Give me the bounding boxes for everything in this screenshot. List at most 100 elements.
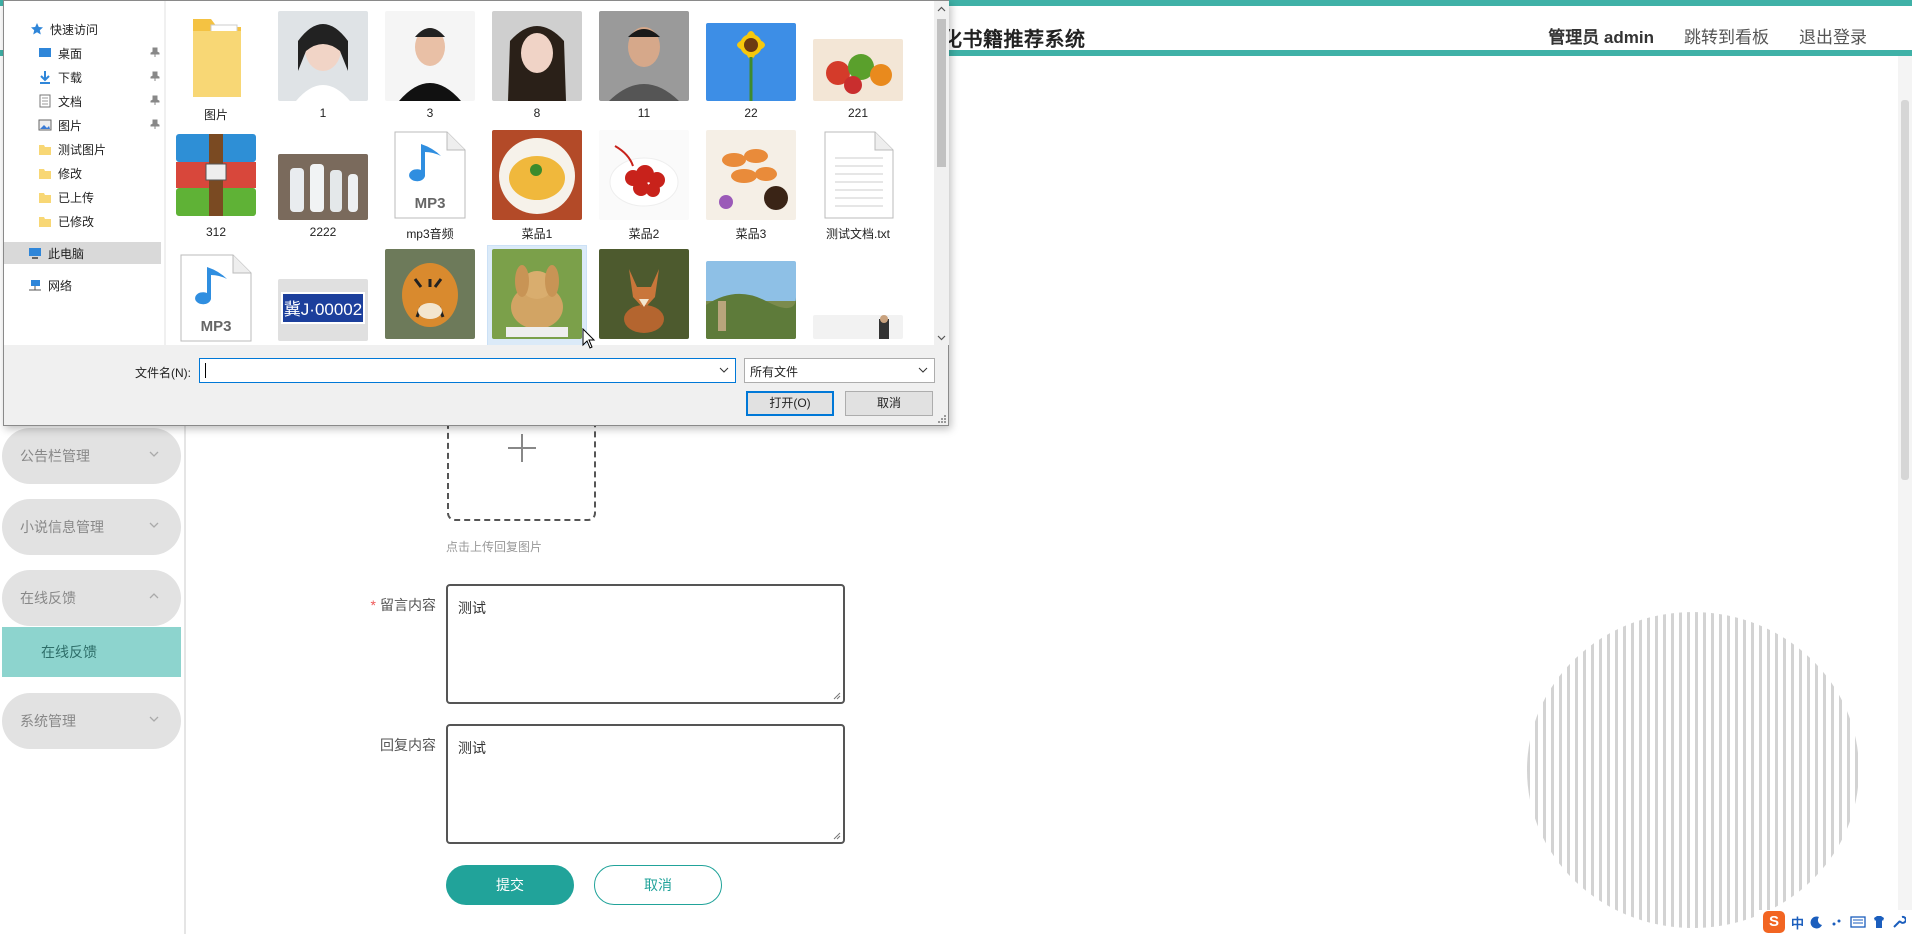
- desktop-icon: [39, 48, 51, 57]
- nav-folder-test-images[interactable]: 测试图片: [38, 138, 106, 160]
- file-name: 菜品1: [521, 227, 553, 241]
- nav-label: 文档: [58, 94, 83, 109]
- nav-label: 图片: [58, 118, 83, 133]
- sunflower-image: [706, 23, 796, 101]
- site-title: 化书籍推荐系统: [942, 29, 1086, 51]
- mp3-file-icon: MP3: [394, 131, 466, 219]
- cancel-button[interactable]: 取消: [594, 865, 722, 905]
- punctuation-icon[interactable]: [1830, 915, 1844, 929]
- stripe: [1815, 612, 1818, 928]
- dialog-vertical-scrollbar[interactable]: [934, 1, 949, 345]
- filetype-select[interactable]: 所有文件: [744, 358, 935, 383]
- nav-quick-access[interactable]: 快速访问: [30, 18, 98, 40]
- reply-label: 回复内容: [380, 737, 436, 753]
- license-plate-image: 冀J·00002: [278, 279, 368, 341]
- stripe: [1783, 612, 1786, 928]
- portrait-image: [278, 11, 368, 101]
- scrollbar-thumb[interactable]: [937, 19, 946, 167]
- nav-downloads[interactable]: 下载: [38, 66, 162, 88]
- sidebar-item-system[interactable]: 系统管理: [2, 693, 181, 749]
- landscape-image: [706, 261, 796, 339]
- portrait-image: [492, 11, 582, 101]
- folder-icon: [39, 169, 51, 179]
- page-scrollbar-thumb[interactable]: [1901, 100, 1909, 480]
- mp3-badge: MP3: [415, 195, 446, 212]
- keyboard-icon[interactable]: [1850, 915, 1866, 929]
- stripe: [1727, 612, 1730, 928]
- stripe: [1751, 612, 1754, 928]
- dashboard-link[interactable]: 跳转到看板: [1684, 23, 1769, 48]
- stripe: [1735, 612, 1738, 928]
- moon-icon[interactable]: [1810, 915, 1824, 929]
- filename-input[interactable]: [199, 358, 736, 383]
- plus-icon: [508, 434, 536, 462]
- resize-grip-icon[interactable]: [831, 690, 841, 700]
- stripe: [1759, 612, 1762, 928]
- sidebar-item-label: 公告栏管理: [20, 448, 90, 464]
- stripe: [1527, 612, 1530, 928]
- filetype-value: 所有文件: [750, 365, 799, 379]
- pin-icon: [150, 95, 160, 105]
- stripe: [1647, 612, 1650, 928]
- stripe: [1639, 612, 1642, 928]
- nav-folder-modify[interactable]: 修改: [38, 162, 82, 184]
- stripe: [1615, 612, 1618, 928]
- text-caret: [205, 363, 206, 378]
- reply-textarea[interactable]: 测试: [446, 724, 845, 844]
- nav-pictures[interactable]: 图片: [38, 114, 162, 136]
- stripe: [1791, 612, 1794, 928]
- sidebar-subitem-feedback[interactable]: 在线反馈: [2, 627, 181, 677]
- stripe: [1807, 612, 1810, 928]
- nav-label: 网络: [48, 278, 73, 293]
- document-icon: [39, 94, 51, 108]
- message-label-text: 留言内容: [380, 597, 436, 613]
- stripe: [1535, 612, 1538, 928]
- nav-folder-uploaded[interactable]: 已上传: [38, 186, 94, 208]
- chevron-down-icon: [149, 716, 159, 722]
- wrench-icon[interactable]: [1892, 915, 1906, 929]
- stripe: [1831, 612, 1834, 928]
- resize-grip-icon[interactable]: [831, 830, 841, 840]
- stripe: [1711, 612, 1714, 928]
- sogou-ime-icon[interactable]: S: [1762, 911, 1785, 933]
- sidebar-item-feedback[interactable]: 在线反馈: [2, 570, 181, 626]
- sidebar-item-notice[interactable]: 公告栏管理: [2, 428, 181, 484]
- nav-documents[interactable]: 文档: [38, 90, 162, 112]
- stripe: [1663, 612, 1666, 928]
- nav-network[interactable]: 网络: [28, 274, 72, 296]
- message-textarea[interactable]: 测试: [446, 584, 845, 704]
- ime-mode[interactable]: 中: [1791, 913, 1804, 932]
- file-name: 1: [319, 106, 327, 120]
- resize-grip-icon[interactable]: [936, 413, 946, 423]
- nav-label: 此电脑: [48, 246, 85, 261]
- file-name: 8: [533, 106, 541, 120]
- nav-desktop[interactable]: 桌面: [38, 42, 162, 64]
- shirt-icon[interactable]: [1872, 915, 1886, 929]
- nav-folder-modified[interactable]: 已修改: [38, 210, 94, 232]
- chevron-down-icon: [918, 367, 928, 373]
- dialog-cancel-button[interactable]: 取消: [845, 391, 933, 416]
- folder-icon: [193, 19, 241, 97]
- stripe: [1695, 612, 1698, 928]
- stripe: [1671, 612, 1674, 928]
- sidebar-item-novel[interactable]: 小说信息管理: [2, 499, 181, 555]
- chevron-down-icon[interactable]: [719, 366, 729, 374]
- logout-link[interactable]: 退出登录: [1799, 23, 1867, 48]
- open-button[interactable]: 打开(O): [746, 391, 834, 416]
- chevron-up-icon[interactable]: [937, 5, 946, 14]
- file-name: 312: [205, 225, 227, 239]
- file-name: 22: [744, 106, 758, 120]
- stripe: [1767, 612, 1770, 928]
- stripe: [1847, 612, 1850, 928]
- page-scrollbar[interactable]: [1898, 56, 1912, 934]
- required-marker: *: [370, 597, 376, 613]
- sidebar-item-label: 在线反馈: [20, 590, 76, 606]
- chevron-down-icon[interactable]: [937, 333, 946, 342]
- nav-label: 桌面: [58, 46, 83, 61]
- file-name: mp3音频: [406, 227, 454, 241]
- submit-button[interactable]: 提交: [446, 865, 574, 905]
- text-file-icon: [824, 131, 894, 219]
- app-root: 化书籍推荐系统 管理员 admin 跳转到看板 退出登录 公告栏管理 小说信息管…: [0, 0, 1912, 934]
- sidebar-item-label: 系统管理: [20, 713, 76, 729]
- nav-this-pc[interactable]: 此电脑: [4, 242, 161, 264]
